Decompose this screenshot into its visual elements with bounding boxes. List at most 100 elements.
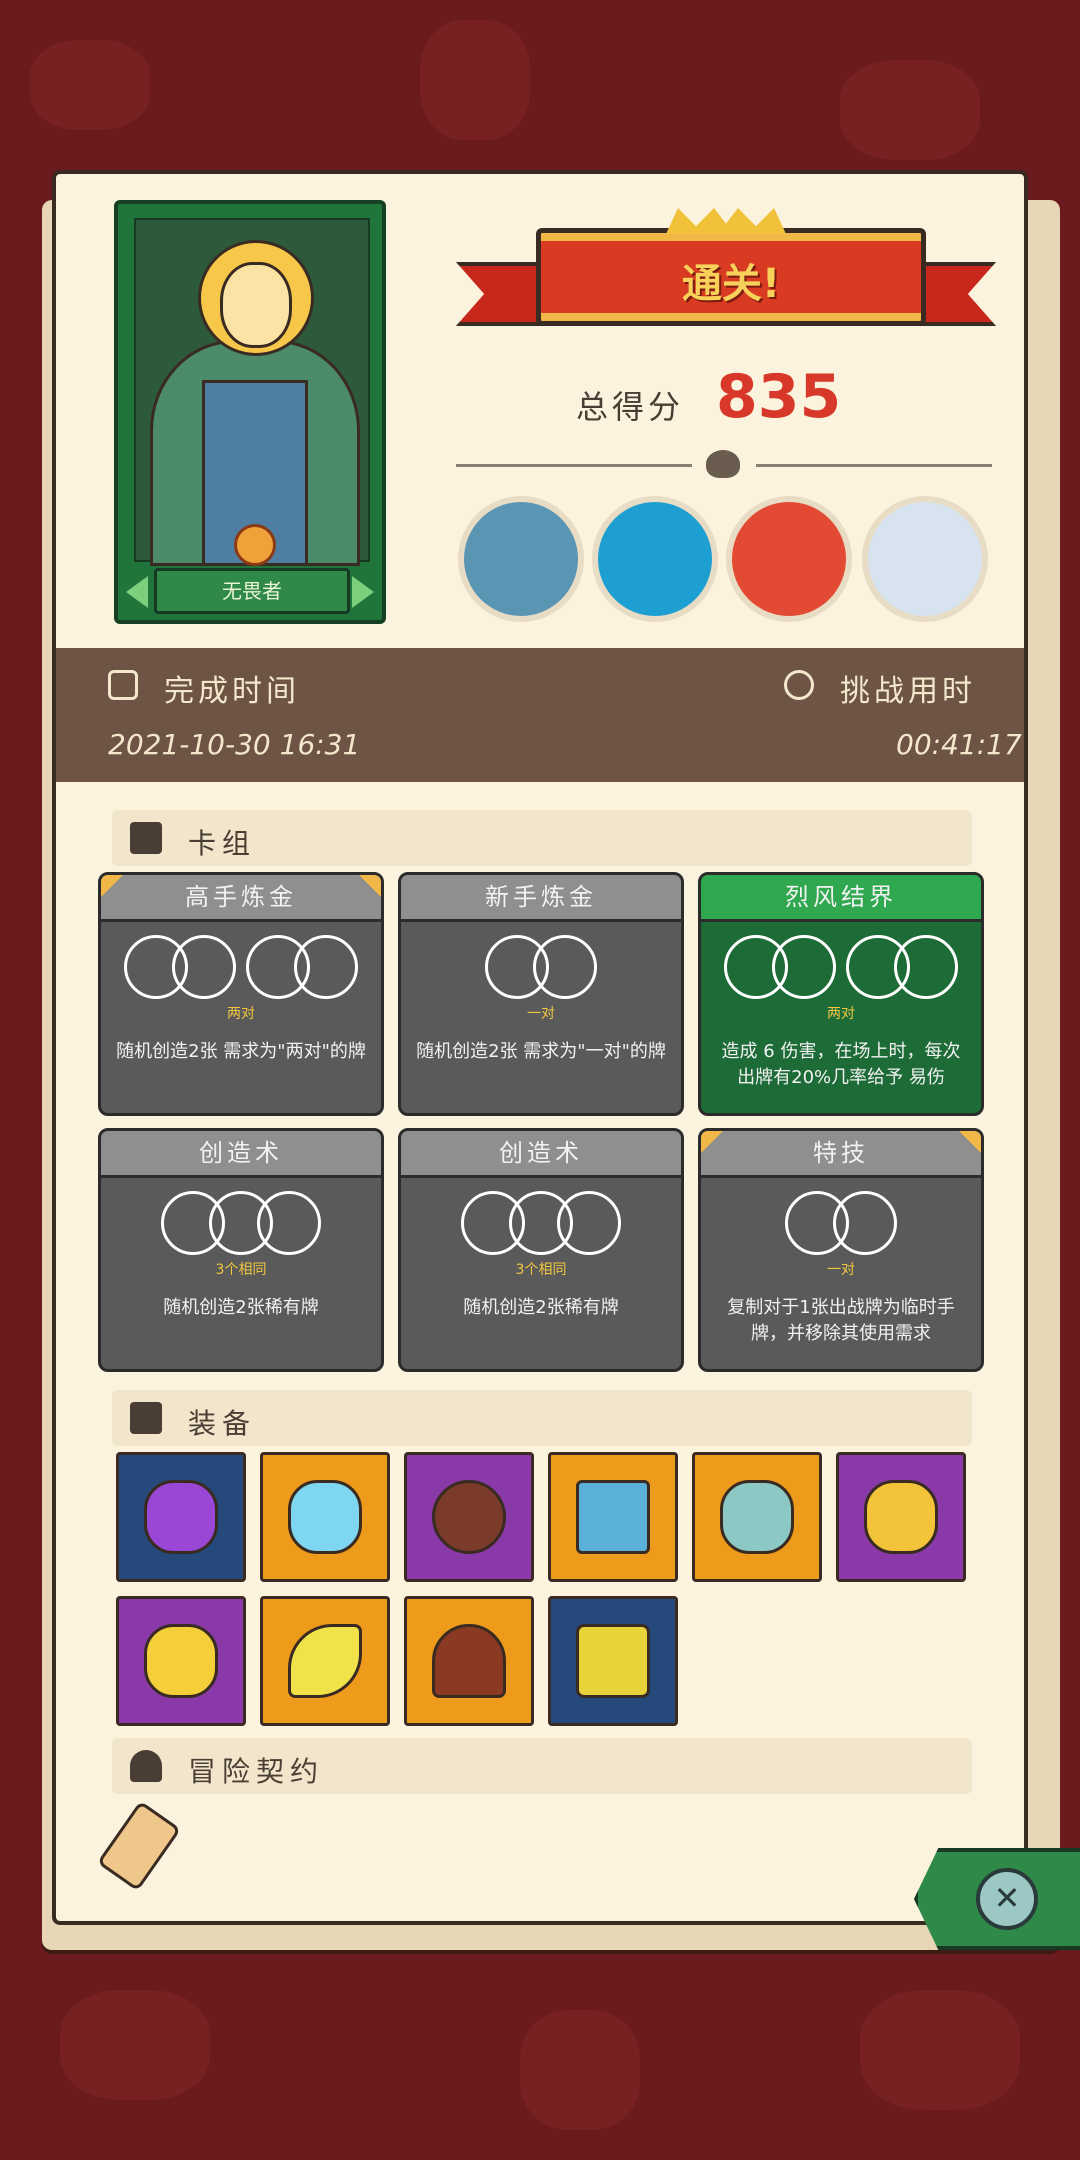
feather-icon [288, 1624, 362, 1698]
background-shape [30, 40, 150, 130]
score-value: 835 [716, 362, 842, 432]
die-slot [172, 935, 236, 999]
dice-requirement [401, 1191, 681, 1255]
dice-requirement [701, 1191, 981, 1255]
info-band: 完成时间 2021-10-30 16:31 挑战用时 00:41:17 [56, 648, 1024, 782]
victory-banner: 通关! [456, 208, 996, 334]
background-shape [860, 1990, 1020, 2110]
deck-card-requirement: 两对 [227, 1006, 255, 1022]
arrow-right-icon[interactable] [352, 576, 374, 608]
die-slot [257, 1191, 321, 1255]
equipment-slime[interactable] [260, 1452, 390, 1582]
ribbon-main: 通关! [536, 228, 926, 326]
dice-requirement [401, 935, 681, 999]
contract-scroll-icon[interactable] [96, 1800, 182, 1892]
person-icon [130, 1750, 162, 1782]
hero-art [134, 218, 370, 566]
deck-card[interactable]: 烈风结界 两对 造成 6 伤害，在场上时，每次出牌有20%几率给予 易伤 [698, 872, 984, 1116]
deck-card[interactable]: 创造术 3个相同 随机创造2张稀有牌 [98, 1128, 384, 1372]
deck-section-title: 卡组 [188, 827, 257, 860]
rank-badge-icon [234, 524, 276, 566]
die-slot [772, 935, 836, 999]
score-label: 总得分 [576, 388, 685, 426]
hero-face [220, 262, 292, 348]
deck-card-title: 创造术 [101, 1131, 381, 1178]
divider-left [456, 464, 692, 467]
equipment-section-title: 装备 [188, 1407, 257, 1440]
equipment-saw-blade[interactable] [548, 1452, 678, 1582]
equipment-feather[interactable] [260, 1596, 390, 1726]
box-icon [130, 1402, 162, 1434]
die-slot [533, 935, 597, 999]
equipment-button[interactable] [404, 1452, 534, 1582]
boss-portrait-1 [458, 496, 584, 622]
deck-card-description: 复制对于1张出战牌为临时手牌，并移除其使用需求 [727, 1297, 955, 1344]
background-shape [60, 1990, 210, 2100]
deck-card-title: 高手炼金 [101, 875, 381, 922]
equipment-hood[interactable] [404, 1596, 534, 1726]
cards-icon [130, 822, 162, 854]
background-shape [520, 2010, 640, 2130]
contract-section-header: 冒险契约 [112, 1738, 972, 1794]
deck-card-requirement: 一对 [527, 1006, 555, 1022]
die-slot [294, 935, 358, 999]
dice-requirement [101, 1191, 381, 1255]
hero-name: 无畏者 [154, 568, 350, 614]
boss-portrait-2 [592, 496, 718, 622]
boss-portrait-4 [862, 496, 988, 622]
completion-label: 完成时间 [164, 674, 300, 709]
background-shape [420, 20, 530, 140]
heart-shield-icon [144, 1624, 218, 1698]
horned-skull-icon [706, 450, 740, 478]
deck-card-description: 随机创造2张 需求为"两对"的牌 [116, 1041, 366, 1062]
equipment-clover-dice[interactable] [548, 1596, 678, 1726]
contract-section-title: 冒险契约 [188, 1755, 325, 1788]
dice-requirement [101, 935, 381, 999]
duration-value: 00:41:17 [896, 728, 1022, 761]
boss-portrait-3 [726, 496, 852, 622]
duration-label: 挑战用时 [840, 674, 976, 709]
deck-card-title: 创造术 [401, 1131, 681, 1178]
completion-value: 2021-10-30 16:31 [108, 728, 361, 761]
dice-requirement [701, 935, 981, 999]
equipment-potion-jug[interactable] [116, 1452, 246, 1582]
deck-card[interactable]: 创造术 3个相同 随机创造2张稀有牌 [398, 1128, 684, 1372]
deck-card-requirement: 两对 [827, 1006, 855, 1022]
deck-card-description: 随机创造2张 需求为"一对"的牌 [416, 1041, 666, 1062]
slime-icon [288, 1480, 362, 1554]
die-slot [833, 1191, 897, 1255]
deck-card-requirement: 3个相同 [515, 1262, 567, 1278]
deck-card-description: 随机创造2张稀有牌 [163, 1297, 319, 1318]
clover-dice-icon [576, 1624, 650, 1698]
deck-section-header: 卡组 [112, 810, 972, 866]
equipment-heart-charm[interactable] [836, 1452, 966, 1582]
stopwatch-icon [784, 670, 814, 700]
deck-card-requirement: 一对 [827, 1262, 855, 1278]
vase-icon [720, 1480, 794, 1554]
deck-card-title: 新手炼金 [401, 875, 681, 922]
deck-card[interactable]: 高手炼金 两对 随机创造2张 需求为"两对"的牌 [98, 872, 384, 1116]
equipment-vase[interactable] [692, 1452, 822, 1582]
close-button[interactable]: ✕ [914, 1848, 1080, 1950]
equipment-section-header: 装备 [112, 1390, 972, 1446]
crown-icon [666, 208, 786, 234]
calendar-icon [108, 670, 138, 700]
deck-card-title: 特技 [701, 1131, 981, 1178]
result-card: 无畏者 通关! 总得分 835 完成时间 2021-10-30 16:31 挑战… [52, 170, 1028, 1925]
close-icon: ✕ [976, 1868, 1038, 1930]
arrow-left-icon[interactable] [126, 576, 148, 608]
die-slot [557, 1191, 621, 1255]
deck-card[interactable]: 新手炼金 一对 随机创造2张 需求为"一对"的牌 [398, 872, 684, 1116]
deck-card[interactable]: 特技 一对 复制对于1张出战牌为临时手牌，并移除其使用需求 [698, 1128, 984, 1372]
deck-card-requirement: 3个相同 [215, 1262, 267, 1278]
button-icon [432, 1480, 506, 1554]
die-slot [894, 935, 958, 999]
background-shape [840, 60, 980, 160]
hero-portrait: 无畏者 [114, 200, 386, 624]
equipment-heart-shield[interactable] [116, 1596, 246, 1726]
deck-card-description: 随机创造2张稀有牌 [463, 1297, 619, 1318]
hood-icon [432, 1624, 506, 1698]
divider-right [756, 464, 992, 467]
heart-charm-icon [864, 1480, 938, 1554]
banner-title: 通关! [681, 261, 781, 307]
